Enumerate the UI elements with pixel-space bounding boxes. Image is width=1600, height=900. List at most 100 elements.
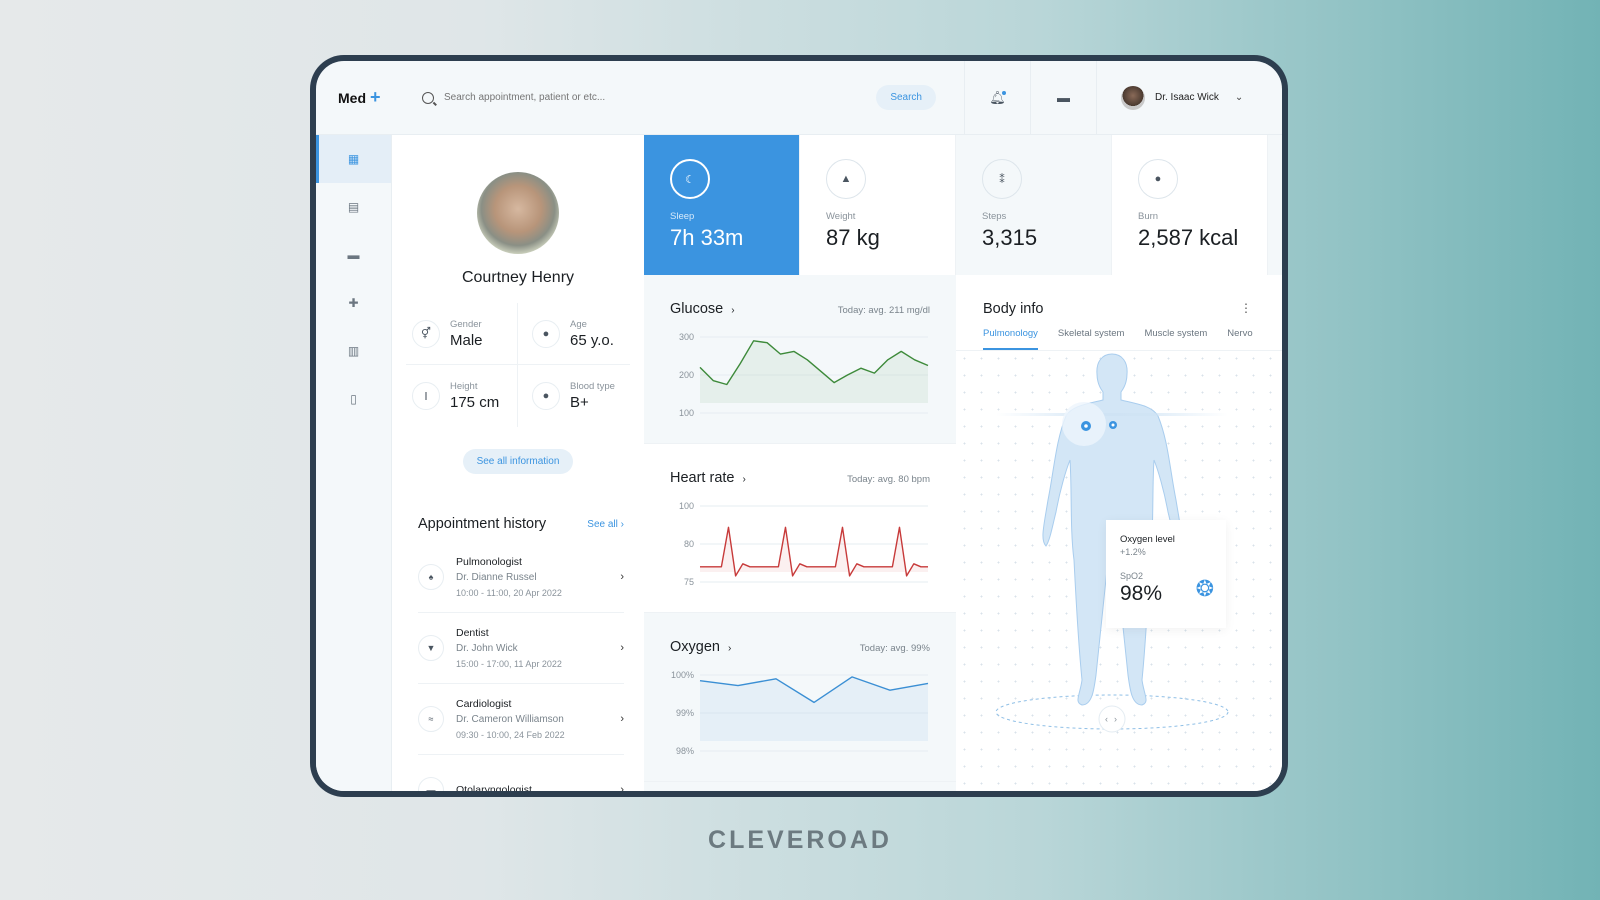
vitals-charts: Glucose › Today: avg. 211 mg/dl 300 200 100 …	[644, 275, 956, 791]
user-menu[interactable]: Dr. Isaac Wick ⌄	[1096, 61, 1243, 135]
stat-burn[interactable]: ● Burn 2,587 kcal	[1112, 135, 1268, 275]
sidebar-item-messages[interactable]: ▬	[316, 231, 391, 279]
tab-skeletal-system[interactable]: Skeletal system	[1058, 328, 1125, 350]
body-figure-area: ‹ › Oxygen level +1.2% SpO2 98% ❂	[956, 350, 1282, 791]
chart-title-link[interactable]: Glucose ›	[670, 301, 735, 317]
chevron-right-icon: ›	[620, 571, 624, 583]
search-icon	[422, 91, 434, 104]
patient-panel: Courtney Henry ⚥ Gender Male ● Age 65 y.o. Ⅰ…	[392, 135, 644, 791]
oxygen-chart: Oxygen › Today: avg. 99% 100% 99% 98%	[644, 613, 956, 782]
rotate-control[interactable]	[1098, 705, 1126, 733]
lung-marker-dot	[1111, 423, 1115, 427]
moon-icon: ☾	[670, 159, 710, 199]
chevron-right-icon: ›	[742, 474, 746, 485]
appointment-item[interactable]: ≈ Cardiologist Dr. Cameron Williamson 09:30…	[418, 684, 624, 755]
sidebar-item-reports[interactable]: ▥	[316, 327, 391, 375]
appointment-doctor: Dr. John Wick	[456, 643, 518, 654]
stat-value: 87 kg	[826, 225, 880, 250]
info-blood-type: ● Blood type B+	[518, 365, 630, 427]
logo-plus-icon: +	[370, 87, 381, 107]
y-tick-label: 300	[679, 332, 694, 342]
stat-value: 2,587 kcal	[1138, 225, 1239, 250]
heart-monitor-icon: ≈	[418, 706, 444, 732]
document-icon: ▯	[350, 392, 357, 406]
stat-label: Sleep	[670, 211, 695, 222]
stat-label: Burn	[1138, 211, 1159, 222]
appointment-specialty: Cardiologist	[456, 698, 512, 710]
tab-pulmonology[interactable]: Pulmonology	[983, 328, 1038, 350]
search-bar: Search	[394, 61, 964, 134]
stat-value: 3,315	[982, 225, 1038, 250]
search-input[interactable]	[444, 92, 877, 103]
appointment-history-header: Appointment history See all ›	[418, 516, 624, 532]
messages-button[interactable]: ▬	[1030, 61, 1096, 135]
stat-label: Weight	[826, 211, 856, 222]
footsteps-icon: ⁑	[982, 159, 1022, 199]
swirl-icon: ❂	[1195, 576, 1214, 601]
sidebar-item-medical[interactable]: ✚	[316, 279, 391, 327]
y-tick-label: 75	[684, 577, 694, 587]
series-area	[700, 676, 928, 741]
body-info-panel: Body info ⋮ Pulmonology Skeletal system M…	[956, 275, 1282, 791]
appointment-history-title: Appointment history	[418, 516, 547, 532]
sidebar-item-documents[interactable]: ▯	[316, 375, 391, 423]
info-label: Blood type	[570, 381, 615, 392]
chevron-right-icon[interactable]: ›	[1114, 714, 1117, 724]
sidebar-item-dashboard[interactable]: ▦	[316, 135, 391, 183]
appointment-item[interactable]: ▼ Dentist Dr. John Wick 15:00 - 17:00, 11 A…	[418, 613, 624, 684]
ear-icon: ▬	[418, 777, 444, 791]
appointment-item[interactable]: ♠ Pulmonologist Dr. Dianne Russel 10:00 - 1…	[418, 542, 624, 613]
stat-sleep[interactable]: ☾ Sleep 7h 33m	[644, 135, 800, 275]
calendar-icon: ▤	[347, 200, 360, 214]
appointment-specialty: Dentist	[456, 627, 489, 639]
appointment-specialty: Otolaryngologist	[456, 784, 532, 791]
appointment-doctor: Dr. Cameron Williamson	[456, 714, 564, 725]
stat-weight[interactable]: ▲ Weight 87 kg	[800, 135, 956, 275]
y-tick-label: 100%	[671, 670, 694, 680]
chevron-left-icon[interactable]: ‹	[1105, 714, 1108, 724]
lung-marker-dot	[1084, 424, 1088, 428]
chevron-down-icon: ⌄	[1234, 92, 1244, 103]
weight-icon: ▲	[826, 159, 866, 199]
appointment-time: 15:00 - 17:00, 11 Apr 2022	[456, 659, 562, 669]
heart-rate-chart: Heart rate › Today: avg. 80 bpm 100 80 75	[644, 444, 956, 613]
chevron-right-icon: ›	[620, 642, 624, 654]
sidebar-item-calendar[interactable]: ▤	[316, 183, 391, 231]
message-icon: ▬	[1057, 90, 1070, 105]
oxygen-level-change: +1.2%	[1120, 547, 1146, 557]
appointment-item[interactable]: ▬ Otolaryngologist ›	[418, 755, 624, 791]
appointment-time: 10:00 - 11:00, 20 Apr 2022	[456, 588, 562, 598]
bar-chart-icon: ▥	[347, 344, 360, 358]
chart-title-link[interactable]: Oxygen ›	[670, 639, 731, 655]
chart-title: Glucose	[670, 301, 724, 317]
patient-name: Courtney Henry	[461, 269, 575, 286]
more-options-icon[interactable]: ⋮	[1240, 301, 1252, 317]
stat-label: Steps	[982, 211, 1007, 222]
chevron-right-icon: ›	[620, 713, 624, 725]
app-logo[interactable]: Med +	[316, 87, 394, 108]
notification-dot	[1002, 90, 1006, 95]
info-value: 175 cm	[450, 394, 500, 411]
see-all-information-button[interactable]: See all information	[462, 449, 574, 474]
chart-summary: Today: avg. 99%	[859, 643, 930, 654]
tab-muscle-system[interactable]: Muscle system	[1144, 328, 1207, 350]
chart-title: Heart rate	[670, 470, 735, 486]
see-all-appointments-link[interactable]: See all ›	[587, 519, 624, 530]
search-button[interactable]: Search	[876, 85, 936, 110]
heart-rate-chart-svg: 100 80 75	[679, 501, 929, 587]
tooth-icon: ▼	[418, 635, 444, 661]
tab-nervous-system[interactable]: Nervo	[1227, 328, 1252, 350]
y-tick-label: 99%	[676, 708, 694, 718]
chevron-right-icon: ›	[731, 305, 735, 316]
patient-info-grid: ⚥ Gender Male ● Age 65 y.o. Ⅰ Height 175 cm ● B…	[406, 303, 630, 427]
logo-text: Med	[338, 89, 366, 106]
info-value: B+	[570, 394, 589, 411]
appointment-time: 09:30 - 10:00, 24 Feb 2022	[456, 730, 565, 740]
height-icon: Ⅰ	[412, 382, 440, 410]
flame-icon: ●	[1138, 159, 1178, 199]
stat-steps[interactable]: ⁑ Steps 3,315	[956, 135, 1112, 275]
y-tick-label: 100	[679, 501, 694, 511]
info-age: ● Age 65 y.o.	[518, 303, 630, 365]
chart-title-link[interactable]: Heart rate ›	[670, 470, 746, 486]
notifications-button[interactable]: 🔔︎	[964, 61, 1030, 135]
